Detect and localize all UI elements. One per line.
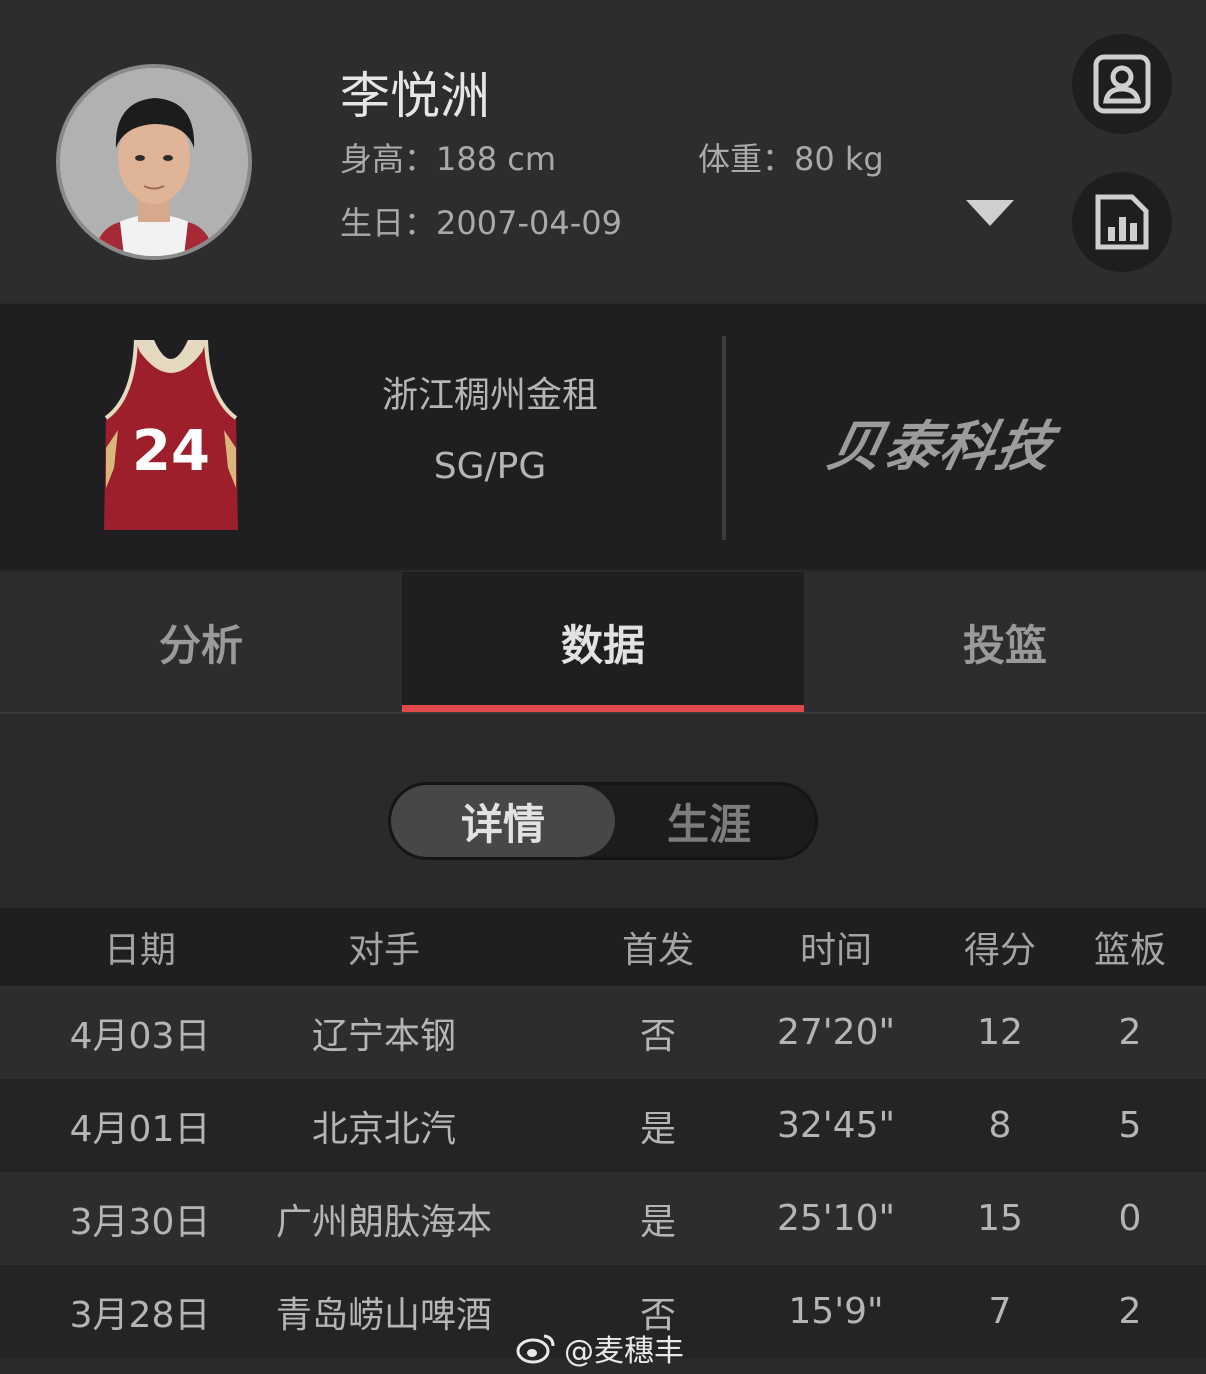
cell-minutes: 25'10" bbox=[776, 1198, 896, 1239]
tab-shooting[interactable]: 投篮 bbox=[804, 572, 1206, 712]
profile-card-button[interactable] bbox=[1072, 34, 1172, 134]
profile-card-icon bbox=[1093, 54, 1151, 114]
player-photo bbox=[60, 68, 248, 256]
header-date[interactable]: 日期 bbox=[40, 908, 240, 986]
player-avatar bbox=[56, 64, 252, 260]
header-rebounds[interactable]: 篮板 bbox=[1070, 908, 1190, 986]
table-row[interactable]: 3月30日 广州朗肽海本 是 25'10" 15 0 bbox=[0, 1172, 1206, 1265]
cell-opponent: 辽宁本钢 bbox=[311, 1015, 456, 1057]
player-height: 身高：188 cm bbox=[340, 140, 557, 178]
cell-starter: 是 bbox=[639, 1108, 676, 1150]
cell-date: 3月30日 bbox=[69, 1201, 211, 1243]
divider bbox=[722, 336, 726, 540]
player-position: SG/PG bbox=[433, 446, 547, 487]
cell-starter: 否 bbox=[639, 1015, 676, 1057]
table-row[interactable]: 4月03日 辽宁本钢 否 27'20" 12 2 bbox=[0, 986, 1206, 1079]
cell-opponent: 青岛崂山啤酒 bbox=[275, 1294, 492, 1336]
cell-date: 4月03日 bbox=[69, 1015, 211, 1057]
player-birthday: 生日：2007-04-09 bbox=[340, 204, 622, 242]
cell-opponent: 广州朗肽海本 bbox=[275, 1201, 492, 1243]
segment-details[interactable]: 详情 bbox=[391, 785, 615, 857]
segment-career[interactable]: 生涯 bbox=[597, 785, 821, 857]
cell-date: 3月28日 bbox=[69, 1294, 211, 1336]
team-name: 浙江稠州金租 bbox=[381, 375, 598, 416]
cell-rebounds: 2 bbox=[1118, 1012, 1142, 1053]
header-points[interactable]: 得分 bbox=[930, 908, 1070, 986]
cell-points: 7 bbox=[988, 1291, 1012, 1332]
tab-analysis[interactable]: 分析 bbox=[0, 572, 402, 712]
cell-points: 15 bbox=[977, 1198, 1023, 1239]
table-header: 日期 对手 首发 时间 得分 篮板 bbox=[0, 908, 1206, 986]
cell-starter: 是 bbox=[639, 1201, 676, 1243]
player-name: 李悦洲 bbox=[340, 67, 490, 125]
tab-data[interactable]: 数据 bbox=[402, 572, 804, 712]
team-panel: 24 浙江稠州金租 SG/PG 贝泰科技 bbox=[0, 304, 1206, 570]
bar-chart-icon bbox=[1095, 194, 1149, 250]
table-row[interactable]: 4月01日 北京北汽 是 32'45" 8 5 bbox=[0, 1079, 1206, 1172]
jersey: 24 bbox=[96, 338, 246, 534]
stats-report-button[interactable] bbox=[1072, 172, 1172, 272]
cell-points: 8 bbox=[988, 1105, 1012, 1146]
player-weight: 体重：80 kg bbox=[698, 140, 884, 178]
header-starter[interactable]: 首发 bbox=[588, 908, 728, 986]
player-header: 李悦洲 身高：188 cm 体重：80 kg 生日：2007-04-09 bbox=[0, 0, 1206, 302]
cell-minutes: 27'20" bbox=[776, 1012, 896, 1053]
header-minutes[interactable]: 时间 bbox=[756, 908, 916, 986]
cell-minutes: 15'9" bbox=[788, 1291, 884, 1332]
tab-bar: 分析 数据 投篮 bbox=[0, 572, 1206, 714]
weibo-icon bbox=[516, 1334, 555, 1364]
cell-minutes: 32'45" bbox=[776, 1105, 896, 1146]
header-opponent[interactable]: 对手 bbox=[254, 908, 514, 986]
jersey-number: 24 bbox=[132, 419, 210, 484]
segment-control: 详情 生涯 bbox=[388, 782, 818, 860]
cell-rebounds: 5 bbox=[1118, 1105, 1142, 1146]
watermark: @麦穗丰 bbox=[516, 1326, 684, 1370]
caret-down-icon[interactable] bbox=[966, 200, 1014, 226]
cell-rebounds: 0 bbox=[1118, 1198, 1142, 1239]
cell-rebounds: 2 bbox=[1118, 1291, 1142, 1332]
sponsor-logo: 贝泰科技 bbox=[822, 415, 1060, 478]
cell-opponent: 北京北汽 bbox=[311, 1108, 456, 1150]
cell-date: 4月01日 bbox=[69, 1108, 211, 1150]
cell-points: 12 bbox=[977, 1012, 1023, 1053]
watermark-text: @麦穗丰 bbox=[564, 1334, 684, 1369]
